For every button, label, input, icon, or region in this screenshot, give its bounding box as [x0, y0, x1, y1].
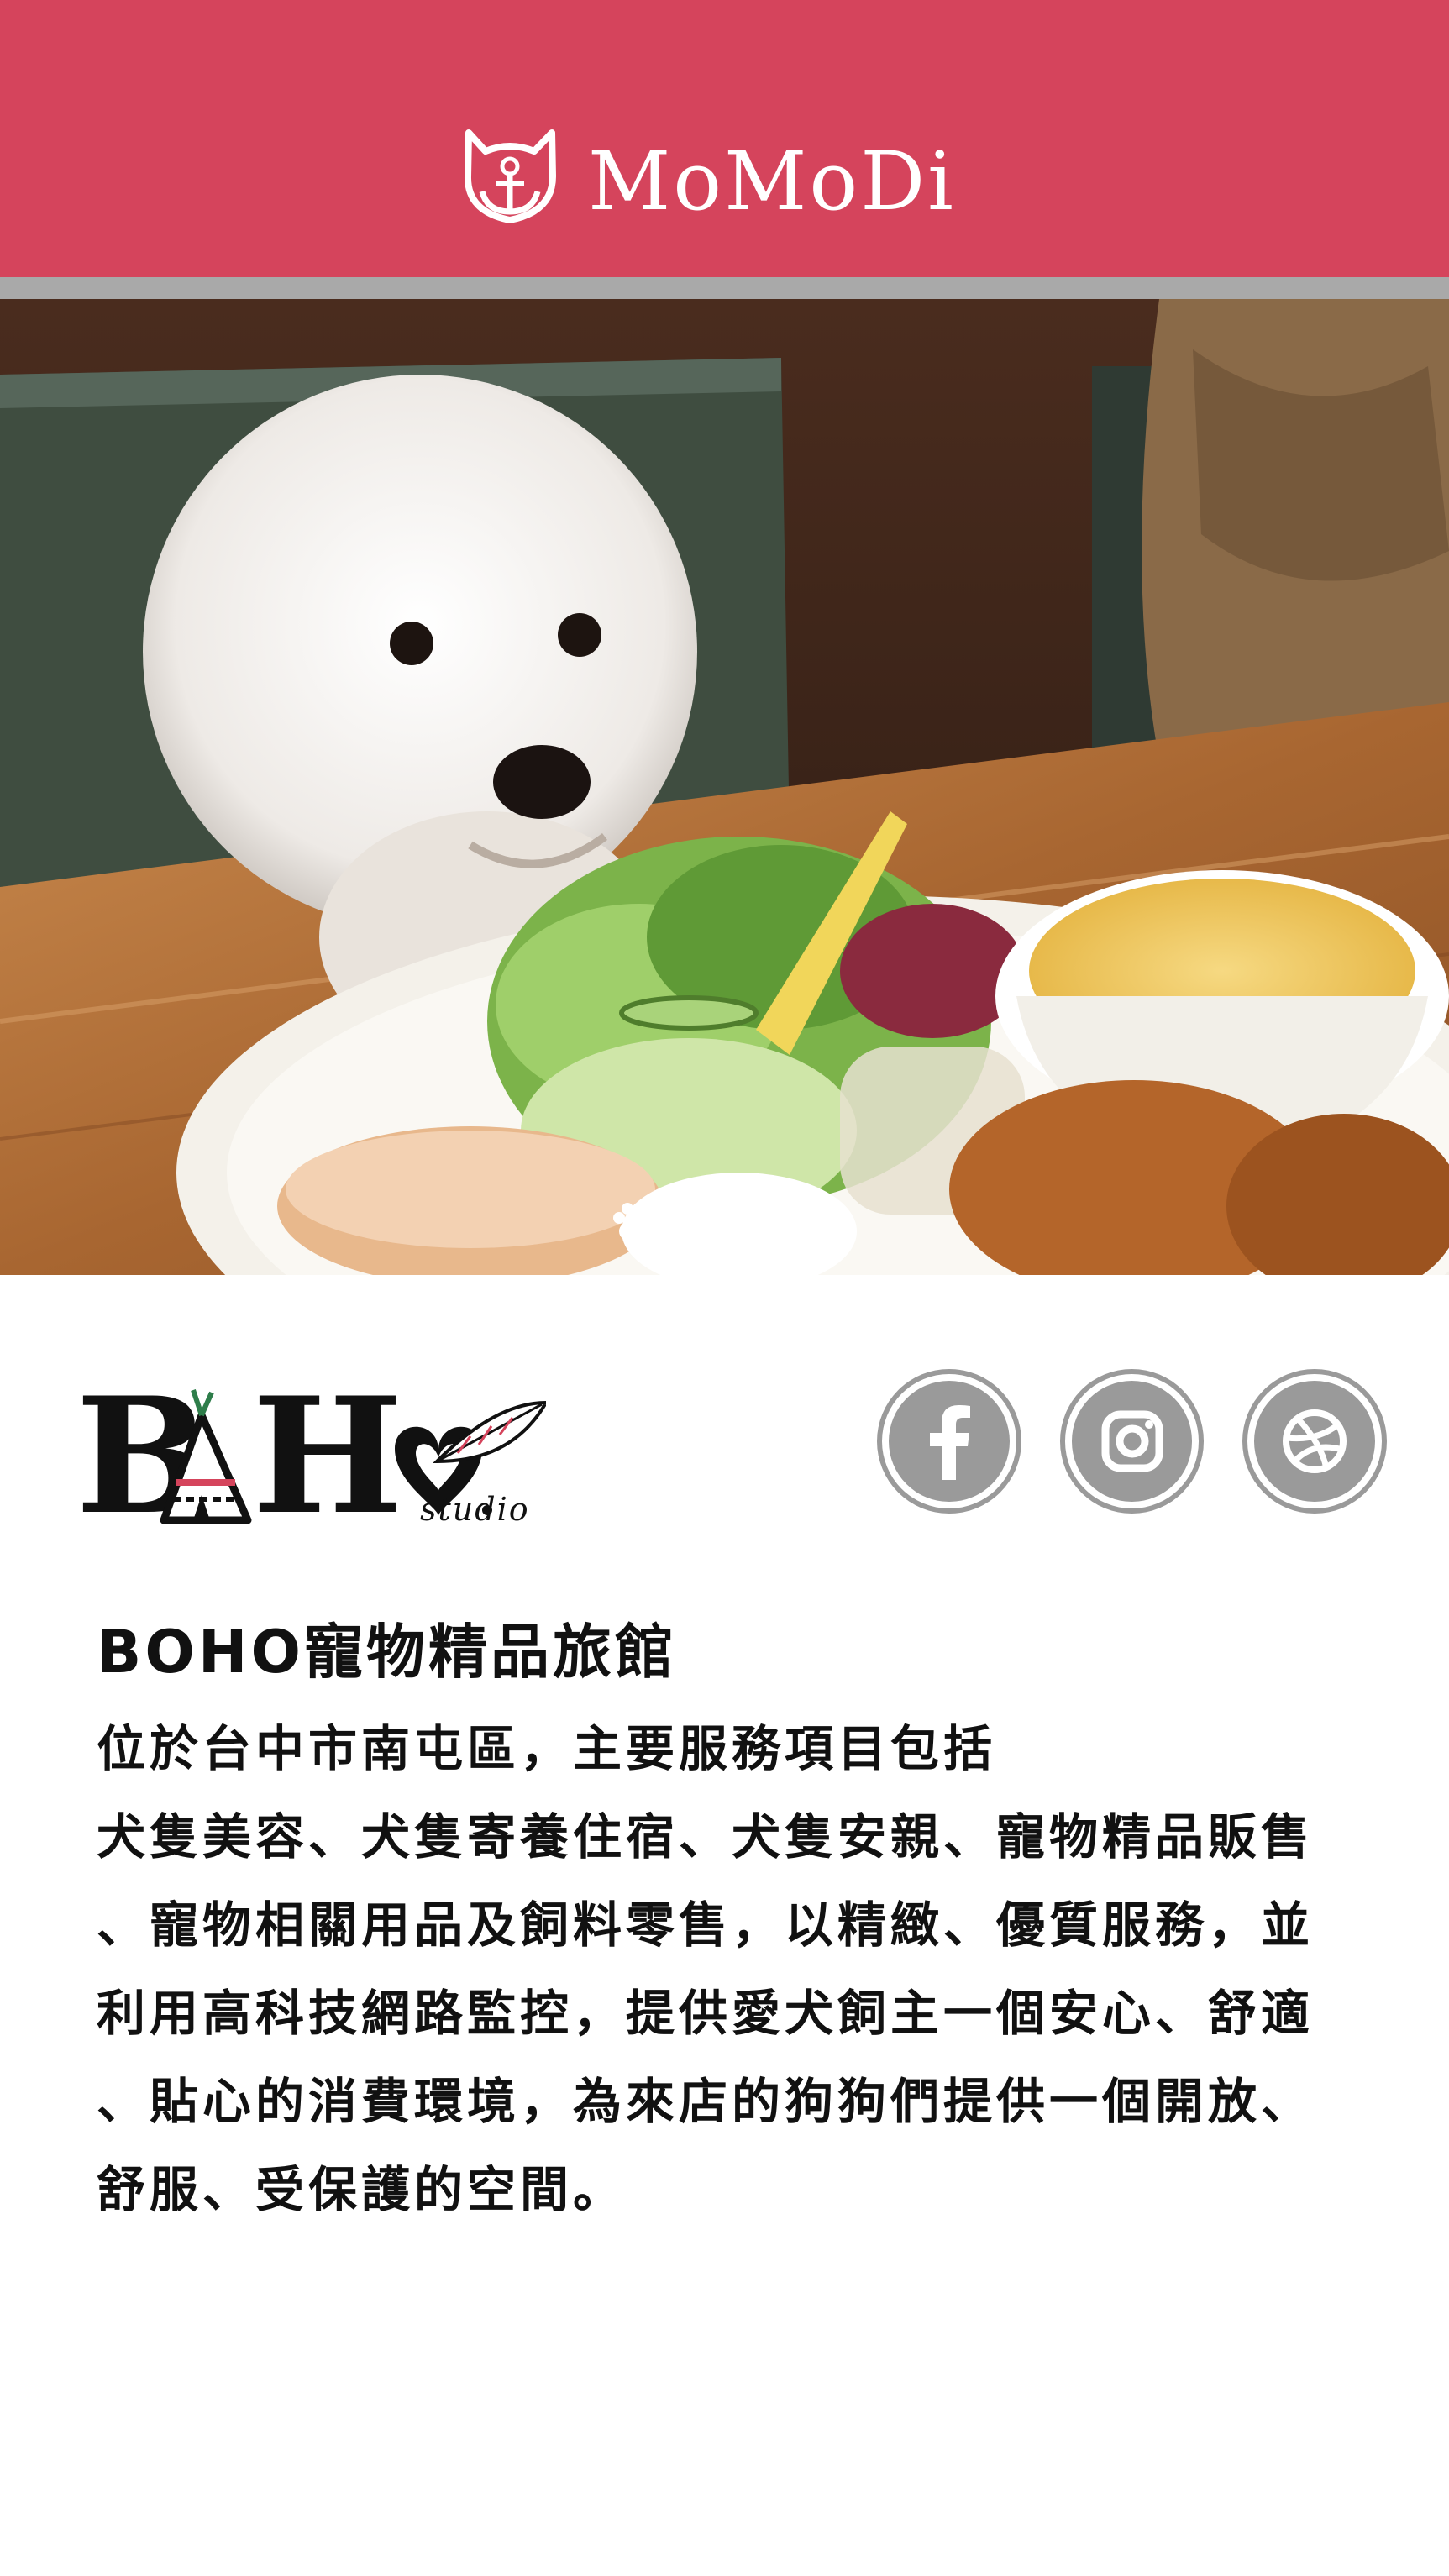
paw-dot-icon[interactable] [700, 1198, 750, 1248]
paw-dot-icon[interactable] [792, 1198, 843, 1248]
dribbble-icon [1283, 1409, 1347, 1473]
description-line: 、貼心的消費環境，為來店的狗狗們提供一個開放、 [97, 2073, 1315, 2130]
facebook-icon [930, 1405, 970, 1480]
svg-text:H: H [252, 1369, 403, 1529]
description-line: 利用高科技網路監控，提供愛犬飼主一個安心、舒適 [97, 1985, 1315, 2042]
dribbble-button[interactable] [1247, 1374, 1383, 1508]
description-line: 位於台中市南屯區，主要服務項目包括 [97, 1720, 997, 1777]
poodle-brunch-photo-icon [0, 299, 1449, 1275]
app-header: MoMoDi [0, 0, 1449, 277]
facebook-button[interactable] [882, 1374, 1016, 1508]
instagram-button[interactable] [1064, 1374, 1200, 1508]
hero-photo [0, 299, 1449, 1275]
paw-dot-icon[interactable] [607, 1198, 658, 1248]
description-line: 、寵物相關用品及飼料零售，以精緻、優質服務，並 [97, 1897, 1315, 1954]
boho-logo-subtext: studio [420, 1491, 530, 1528]
social-links [882, 1374, 1383, 1508]
description-line: 犬隻美容、犬隻寄養住宿、犬隻安親、寵物精品販售 [97, 1808, 1315, 1865]
description-line: 舒服、受保護的空間。 [97, 2161, 627, 2218]
brand[interactable]: MoMoDi [454, 118, 1008, 235]
brand-name: MoMoDi [588, 134, 956, 228]
shop-description: 位於台中市南屯區，主要服務項目包括 犬隻美容、犬隻寄養住宿、犬隻安親、寵物精品販… [97, 1705, 1407, 2234]
instagram-icon [1101, 1410, 1163, 1472]
header-divider [0, 277, 1449, 299]
cat-anchor-logo-icon [464, 129, 556, 223]
carousel-pager [0, 1198, 1449, 1248]
shop-title: BOHO寵物精品旅館 [97, 1618, 677, 1687]
